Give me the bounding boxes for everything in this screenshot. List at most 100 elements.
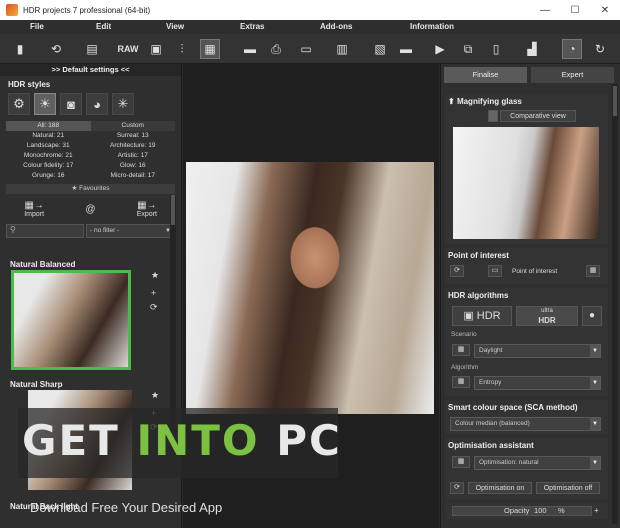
palette-icon[interactable]: ◕ (86, 93, 108, 115)
category-grid: All: 188 Custom Natural: 21 Surreal: 13 … (6, 121, 175, 181)
opacity-add-icon[interactable]: + (594, 506, 599, 515)
sliders-icon[interactable]: ⫶ (172, 39, 192, 59)
poi-title: Point of interest (448, 251, 509, 260)
compare-icon[interactable]: ▧ (370, 39, 390, 59)
bulb-icon[interactable]: ● (582, 306, 602, 326)
new-project-icon[interactable]: ▮ (10, 39, 30, 59)
export-icon[interactable]: ▥ (332, 39, 352, 59)
menu-extras[interactable]: Extras (240, 22, 264, 31)
minimize-button[interactable]: — (530, 0, 560, 20)
optimisation-on-button[interactable]: Optimisation on (468, 482, 532, 494)
fullscreen-icon[interactable]: ▯ (486, 39, 506, 59)
category-artistic[interactable]: Artistic: 17 (91, 151, 176, 161)
algorithm-grid-icon[interactable]: ▦ (452, 376, 470, 388)
grid-tool-icon[interactable]: ▦ (200, 39, 220, 59)
opacity-value[interactable]: 100 (534, 506, 547, 515)
sun-icon[interactable]: ☀ (34, 93, 56, 115)
print-icon[interactable]: ⎙ (266, 39, 286, 59)
sca-title: Smart colour space (SCA method) (448, 403, 578, 412)
split-view-icon[interactable]: ⧉ (458, 39, 478, 59)
optimisation-title: Optimisation assistant (448, 441, 534, 450)
import-button[interactable]: ▦→ Import (6, 196, 62, 222)
scenario-select[interactable]: Daylight ▼ (474, 344, 601, 358)
optimisation-sync-icon[interactable]: ⟳ (450, 482, 464, 494)
tab-finalise[interactable]: Finalise (444, 67, 527, 83)
present-icon[interactable]: ▬ (396, 39, 416, 59)
redo-icon[interactable]: ↻ (590, 39, 610, 59)
favourite-star-icon[interactable]: ★ (151, 270, 159, 281)
play-icon[interactable]: ▶ (430, 39, 450, 59)
comparative-toggle[interactable] (488, 110, 498, 122)
poi-label[interactable]: Point of interest (512, 268, 557, 275)
preset-thumb-natural-balanced[interactable] (11, 270, 131, 370)
share-icon[interactable]: ▭ (296, 39, 316, 59)
poi-sync-icon[interactable]: ⟳ (450, 265, 464, 277)
algorithm-value: Entropy (479, 379, 502, 386)
histogram-icon[interactable]: ▟ (522, 39, 542, 59)
favourite-star-icon-2[interactable]: ★ (151, 390, 159, 401)
hdr-button[interactable]: ▣ HDR (452, 306, 512, 326)
category-architecture[interactable]: Architecture: 19 (91, 141, 176, 151)
gears-icon[interactable]: ⚙ (8, 93, 30, 115)
watermark-into: INTO (136, 416, 260, 465)
watermark-pc: PC (259, 416, 342, 465)
export-icon: ▦→ (137, 200, 157, 211)
default-settings-header[interactable]: >> Default settings << (0, 64, 181, 76)
algorithm-select[interactable]: Entropy ▼ (474, 376, 601, 390)
category-surreal[interactable]: Surreal: 13 (91, 131, 176, 141)
export-label: Export (136, 211, 157, 218)
optimisation-off-button[interactable]: Optimisation off (536, 482, 600, 494)
algorithm-label: Algorithm (451, 364, 479, 371)
menu-view[interactable]: View (166, 22, 184, 31)
ultra-hdr-label: HDR (538, 316, 556, 325)
menu-addons[interactable]: Add-ons (320, 22, 352, 31)
favourites-button[interactable]: ★ Favourites (6, 184, 175, 194)
main-photo[interactable] (186, 162, 434, 414)
comparative-view-button[interactable]: Comparative view (500, 110, 576, 122)
menu-information[interactable]: Information (410, 22, 454, 31)
filter-select[interactable]: - no filter - (86, 224, 175, 238)
add-icon[interactable]: + (151, 288, 156, 298)
category-grunge[interactable]: Grunge: 16 (6, 171, 91, 181)
optimisation-select[interactable]: Optimisation: natural ▼ (474, 456, 601, 470)
poi-select-icon[interactable]: ▭ (488, 265, 502, 277)
filter-row: ⚲ - no filter - (6, 224, 175, 238)
menu-edit[interactable]: Edit (96, 22, 111, 31)
sync-icon[interactable]: ⟳ (150, 302, 158, 313)
category-micro-detail[interactable]: Micro-detail: 17 (91, 171, 176, 181)
category-landscape[interactable]: Landscape: 31 (6, 141, 91, 151)
category-monochrome[interactable]: Monochrome: 21 (6, 151, 91, 161)
category-glow[interactable]: Glow: 16 (91, 161, 176, 171)
poi-target-icon[interactable]: ▦ (586, 265, 600, 277)
category-all[interactable]: All: 188 (6, 121, 91, 131)
menu-file[interactable]: File (30, 22, 44, 31)
gallery-icon[interactable]: ▣ (146, 39, 166, 59)
category-natural[interactable]: Natural: 21 (6, 131, 91, 141)
category-custom[interactable]: Custom (90, 121, 175, 131)
open-icon[interactable]: ⟲ (46, 39, 66, 59)
right-scrollbar[interactable] (612, 84, 618, 524)
scenario-grid-icon[interactable]: ▦ (452, 344, 470, 356)
category-colour-fidelity[interactable]: Colour fidelity: 17 (6, 161, 91, 171)
at-button[interactable]: @ (62, 196, 118, 222)
export-button[interactable]: ▦→ Export (119, 196, 175, 222)
optimisation-grid-icon[interactable]: ▦ (452, 456, 470, 468)
maximize-button[interactable]: ☐ (560, 0, 590, 20)
raw-button[interactable]: RAW (116, 39, 140, 59)
right-scrollbar-grip[interactable] (613, 86, 617, 116)
sca-select[interactable]: Colour median (balanced) ▼ (450, 417, 601, 431)
batch-icon[interactable]: ▤ (82, 39, 102, 59)
preset-search-input[interactable]: ⚲ (6, 224, 84, 238)
close-button[interactable]: ✕ (590, 0, 620, 20)
save-icon[interactable]: ▬ (240, 39, 260, 59)
hdr-icon: ▣ (463, 310, 477, 322)
ultra-hdr-button[interactable]: ultra HDR (516, 306, 578, 326)
menu-bar: File Edit View Extras Add-ons Informatio… (0, 20, 620, 34)
sparkle-icon[interactable]: ✳ (112, 93, 134, 115)
camera-icon[interactable]: ◙ (60, 93, 82, 115)
gauge-icon[interactable]: ◔ (562, 39, 582, 59)
magnifier-preview[interactable] (453, 127, 599, 239)
right-tabs: Finalise Expert (440, 67, 618, 83)
tab-expert[interactable]: Expert (531, 67, 614, 83)
preset-scrollbar-grip[interactable] (171, 195, 175, 225)
